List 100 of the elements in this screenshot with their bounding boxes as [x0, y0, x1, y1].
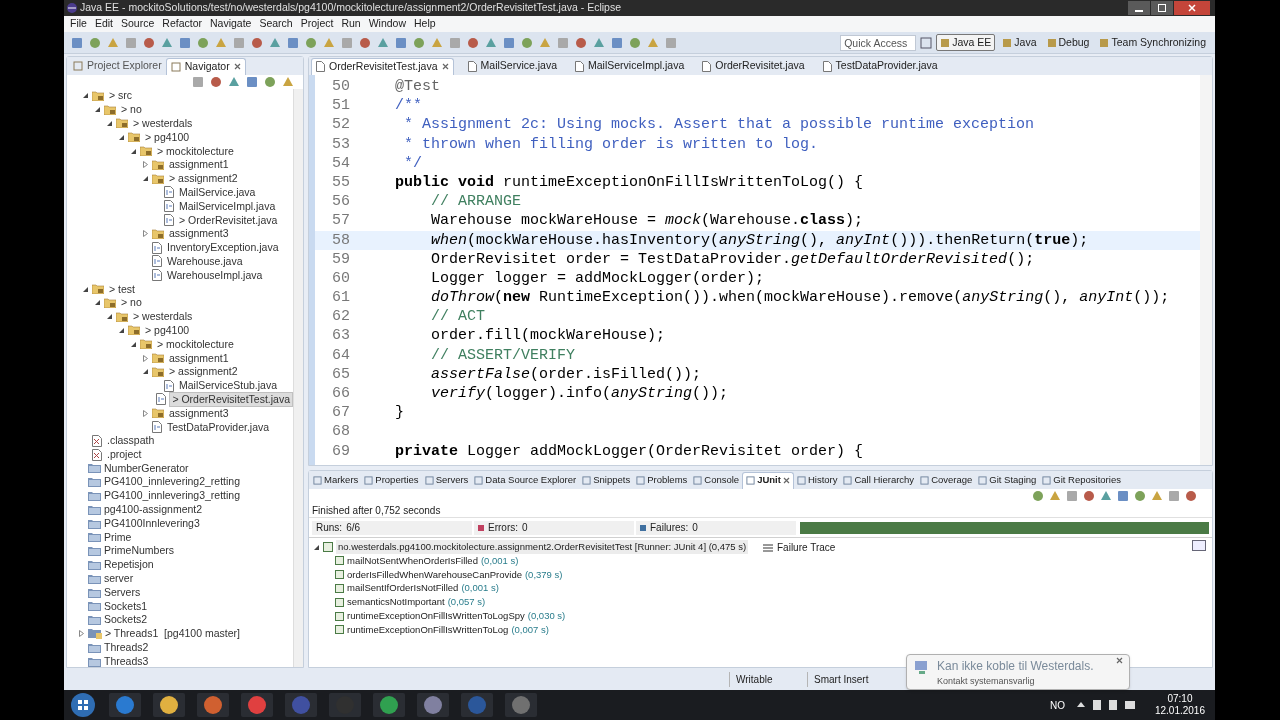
tree-item[interactable]: TestDataProvider.java [165, 420, 272, 434]
toolbar-tool-icon[interactable] [191, 75, 205, 89]
toolbar-tool-icon[interactable] [142, 35, 156, 50]
tree-item[interactable]: > pg4100 [143, 130, 192, 144]
compare-icon[interactable] [1192, 540, 1206, 551]
toolbar-tool-icon[interactable] [610, 35, 624, 50]
view-tab[interactable]: Properties [361, 471, 422, 489]
expanded-arrow-icon[interactable] [105, 313, 113, 321]
close-button[interactable] [1174, 1, 1210, 15]
toolbar-tool-icon[interactable] [70, 35, 84, 50]
tree-item[interactable]: MailService.java [177, 185, 258, 199]
tree-item[interactable]: > src [107, 89, 135, 103]
test-name[interactable]: runtimeExceptionOnFillIsWrittenToLog [347, 622, 509, 637]
taskbar-app-icon[interactable] [504, 692, 538, 718]
toolbar-tool-icon[interactable] [304, 35, 318, 50]
test-name[interactable]: semanticsNotImportant [347, 595, 445, 610]
perspective-button[interactable]: Debug [1043, 34, 1093, 51]
collapsed-arrow-icon[interactable] [77, 630, 85, 638]
toolbar-tool-icon[interactable] [1184, 489, 1198, 503]
toolbar-tool-icon[interactable] [340, 35, 354, 50]
tree-item[interactable]: > no [119, 296, 144, 310]
expanded-arrow-icon[interactable] [93, 299, 101, 307]
toolbar-tool-icon[interactable] [1031, 489, 1045, 503]
tree-item[interactable]: Prime [104, 529, 132, 546]
expanded-arrow-icon[interactable] [313, 543, 320, 551]
quick-access-field[interactable]: Quick Access [840, 34, 917, 51]
toolbar-tool-icon[interactable] [1082, 489, 1096, 503]
toolbar-tool-icon[interactable] [1167, 489, 1181, 503]
menu-item[interactable]: Refactor [158, 16, 206, 32]
view-tab[interactable]: Problems [633, 471, 691, 489]
minimize-button[interactable] [1128, 1, 1150, 15]
toolbar-tool-icon[interactable] [628, 35, 642, 50]
editor-tab[interactable]: OrderRevisitetTest.java [311, 57, 454, 75]
tree-item[interactable]: Sockets2 [104, 612, 148, 629]
view-tab[interactable]: Servers [421, 471, 472, 489]
tree-item[interactable]: WarehouseImpl.java [165, 268, 265, 282]
expanded-arrow-icon[interactable] [129, 340, 137, 348]
test-name[interactable]: orderIsFilledWhenWarehouseCanProvide [347, 567, 522, 582]
view-tab[interactable]: Console [690, 471, 743, 489]
view-tab[interactable]: Git Repositories [1039, 471, 1124, 489]
toolbar-tool-icon[interactable] [574, 35, 588, 50]
view-tab[interactable]: Git Staging [975, 471, 1040, 489]
menu-item[interactable]: Navigate [206, 16, 256, 32]
toolbar-tool-icon[interactable] [209, 75, 223, 89]
language-indicator[interactable]: NO [1049, 697, 1065, 713]
toolbar-tool-icon[interactable] [124, 35, 138, 50]
view-tab[interactable]: JUnit [742, 471, 794, 489]
tree-item[interactable]: > westerdals [131, 117, 195, 130]
editor-tab[interactable]: OrderRevisitet.java [698, 57, 809, 75]
tree-item[interactable]: MailServiceStub.java [177, 379, 280, 393]
taskbar-app-icon[interactable] [196, 692, 230, 718]
view-tab[interactable]: Project Explorer [69, 57, 166, 75]
tree-item[interactable]: Threads2 [104, 639, 149, 656]
toolbar-tool-icon[interactable] [520, 35, 534, 50]
close-icon[interactable] [782, 477, 790, 484]
view-tab[interactable]: History [793, 471, 841, 489]
tree-item[interactable]: pg4100-assignment2 [104, 501, 203, 518]
toolbar-tool-icon[interactable] [358, 35, 372, 50]
taskbar-app-icon[interactable] [240, 692, 274, 718]
expanded-arrow-icon[interactable] [105, 120, 113, 127]
toolbar-tool-icon[interactable] [250, 35, 264, 50]
collapsed-arrow-icon[interactable] [141, 409, 149, 417]
expanded-arrow-icon[interactable] [117, 326, 125, 334]
taskbar-app-icon[interactable] [372, 692, 406, 718]
toolbar-tool-icon[interactable] [412, 35, 426, 50]
collapsed-arrow-icon[interactable] [141, 161, 149, 169]
toolbar-tool-icon[interactable] [502, 35, 516, 50]
toolbar-tool-icon[interactable] [178, 35, 192, 50]
toolbar-tool-icon[interactable] [263, 75, 277, 89]
close-icon[interactable] [233, 63, 241, 70]
toolbar-tool-icon[interactable] [196, 35, 210, 50]
tree-item[interactable]: > OrderRevisitetTest.java [169, 391, 293, 407]
expanded-arrow-icon[interactable] [81, 92, 89, 100]
toolbar-tool-icon[interactable] [664, 35, 678, 50]
tree-item[interactable]: assignment1 [167, 158, 231, 172]
toolbar-tool-icon[interactable] [556, 35, 570, 50]
tree-item[interactable]: PG4100Innlevering3 [104, 515, 200, 532]
toolbar-tool-icon[interactable] [88, 35, 102, 50]
tree-item[interactable]: PG4100_innlevering3_retting [104, 488, 240, 504]
perspective-button[interactable]: Java EE [936, 34, 996, 51]
tree-item[interactable]: > mockitolecture [155, 337, 236, 351]
toolbar-tool-icon[interactable] [245, 75, 259, 89]
open-perspective-icon[interactable] [920, 36, 933, 49]
expanded-arrow-icon[interactable] [129, 147, 137, 155]
tree-item[interactable]: PrimeNumbers [104, 543, 174, 560]
menu-item[interactable]: Project [296, 16, 338, 32]
tree-item[interactable]: Sockets1 [104, 598, 148, 615]
toolbar-tool-icon[interactable] [394, 35, 408, 50]
toolbar-tool-icon[interactable] [1065, 489, 1079, 503]
test-suite[interactable]: no.westerdals.pg4100.mockitolecture.assignment2.OrderRevisitetTest [Runner: JUnit 4] (0,475 s) [336, 539, 749, 555]
taskbar-app-icon[interactable] [152, 692, 186, 718]
menu-item[interactable]: Help [410, 16, 440, 32]
tree-item[interactable]: > assignment2 [167, 365, 240, 379]
tree-item[interactable]: assignment3 [167, 227, 231, 241]
scrollbar[interactable] [1200, 75, 1212, 465]
tree-item[interactable]: assignment1 [167, 351, 231, 365]
view-tab[interactable]: Navigator [165, 57, 246, 75]
tree-item[interactable]: > no [119, 103, 144, 117]
menu-item[interactable]: Search [255, 16, 297, 32]
tree-item[interactable]: Repetisjon [104, 557, 154, 573]
